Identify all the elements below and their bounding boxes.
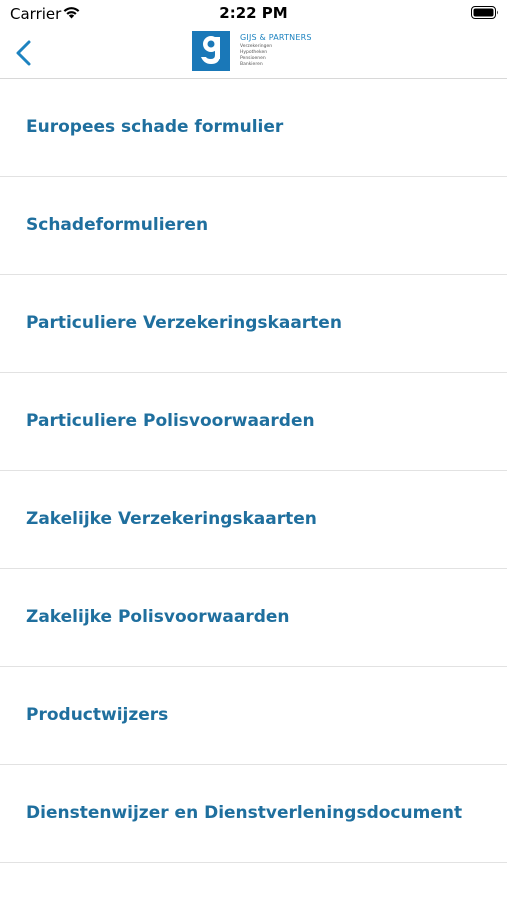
logo-tag: Bankieren: [240, 62, 263, 67]
status-bar: Carrier 2:22 PM: [0, 0, 507, 28]
menu-item-label: Productwijzers: [26, 705, 169, 725]
screen: Carrier 2:22 PM GIJS & PARTNERS Verzeker…: [0, 0, 507, 900]
company-logo: GIJS & PARTNERS Verzekeringen Hypotheken…: [192, 31, 332, 75]
menu-item-label: Particuliere Verzekeringskaarten: [26, 313, 342, 333]
menu-item-label: Particuliere Polisvoorwaarden: [26, 411, 315, 431]
menu-item-particuliere-polisvoorwaarden[interactable]: Particuliere Polisvoorwaarden: [0, 373, 507, 471]
menu-item-label: Europees schade formulier: [26, 117, 284, 137]
battery-icon: [471, 6, 498, 19]
logo-g-icon: [192, 31, 230, 71]
menu-item-zakelijke-polisvoorwaarden[interactable]: Zakelijke Polisvoorwaarden: [0, 569, 507, 667]
menu-item-zakelijke-verzekeringskaarten[interactable]: Zakelijke Verzekeringskaarten: [0, 471, 507, 569]
logo-tagline: Verzekeringen Hypotheken Pensioenen Bank…: [240, 44, 272, 68]
menu-item-label: Zakelijke Verzekeringskaarten: [26, 509, 317, 529]
menu-item-europees-schade-formulier[interactable]: Europees schade formulier: [0, 79, 507, 177]
menu-item-label: Schadeformulieren: [26, 215, 209, 235]
chevron-left-icon: [16, 40, 31, 66]
menu-item-dienstenwijzer[interactable]: Dienstenwijzer en Dienstverleningsdocume…: [0, 765, 507, 863]
menu-item-schadeformulieren[interactable]: Schadeformulieren: [0, 177, 507, 275]
navigation-bar: GIJS & PARTNERS Verzekeringen Hypotheken…: [0, 28, 507, 79]
menu-list: Europees schade formulier Schadeformulie…: [0, 79, 507, 863]
menu-item-particuliere-verzekeringskaarten[interactable]: Particuliere Verzekeringskaarten: [0, 275, 507, 373]
menu-item-productwijzers[interactable]: Productwijzers: [0, 667, 507, 765]
menu-item-label: Zakelijke Polisvoorwaarden: [26, 607, 290, 627]
logo-name: GIJS & PARTNERS: [240, 33, 312, 42]
menu-item-label: Dienstenwijzer en Dienstverleningsdocume…: [26, 803, 463, 823]
back-button[interactable]: [10, 36, 40, 70]
clock: 2:22 PM: [219, 4, 288, 22]
